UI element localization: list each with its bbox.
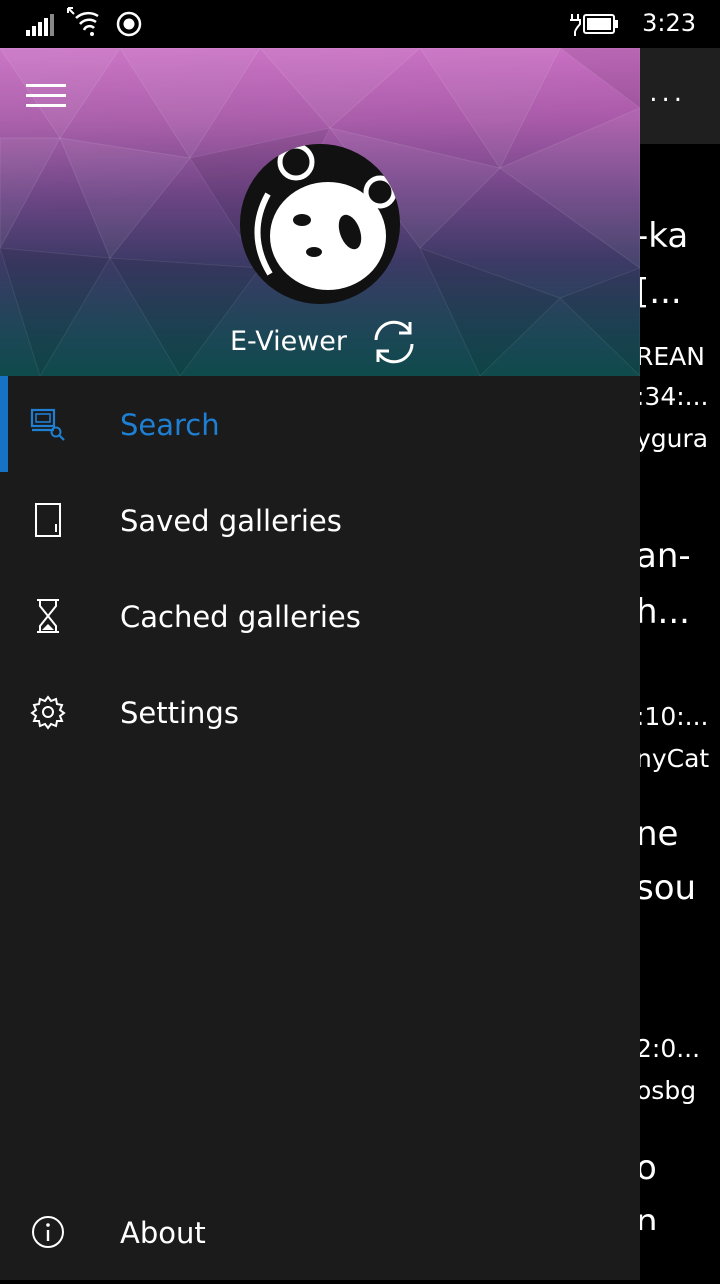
drawer-header: E-Viewer [0, 48, 640, 376]
location-icon [116, 11, 142, 37]
background-text: -ka [636, 216, 689, 256]
nav-item-search[interactable]: Search [0, 376, 640, 472]
more-options-button[interactable]: ... [649, 78, 686, 108]
app-name: E-Viewer [230, 326, 348, 357]
signal-icon [26, 14, 54, 36]
gear-icon [30, 695, 66, 730]
selection-indicator [0, 376, 8, 472]
nav-label: Settings [120, 696, 239, 730]
nav-label: Search [120, 408, 220, 442]
status-time: 3:23 [642, 9, 696, 37]
background-text: :34:... [636, 382, 709, 411]
wifi-icon [67, 7, 99, 36]
panda-avatar[interactable] [240, 144, 400, 304]
status-bar: 3:23 [0, 0, 720, 48]
info-icon [32, 1216, 64, 1248]
nav-item-saved-galleries[interactable]: Saved galleries [0, 472, 640, 568]
background-text: nyCat [636, 744, 710, 773]
background-text: an- [636, 536, 691, 576]
nav-label: Saved galleries [120, 504, 342, 538]
background-text: REAN [636, 342, 705, 371]
background-text: sou [636, 868, 697, 908]
background-text: ne [636, 814, 679, 854]
nav-item-cached-galleries[interactable]: Cached galleries [0, 568, 640, 664]
nav-item-about[interactable]: About [0, 1188, 640, 1284]
background-text: :10:... [636, 702, 709, 731]
nav-item-settings[interactable]: Settings [0, 664, 640, 760]
background-text: o [636, 1148, 657, 1188]
background-text: ygura [636, 424, 709, 453]
background-text: 2:0... [636, 1034, 701, 1063]
sync-icon[interactable] [368, 316, 420, 368]
background-text: [... [636, 272, 682, 312]
drawer-nav-list: Search Saved galleries Cached galleries [0, 376, 640, 760]
saved-icon [35, 503, 61, 537]
battery-icon [570, 14, 618, 36]
background-text: osbg [636, 1076, 697, 1105]
background-text: n [636, 1202, 658, 1230]
search-gallery-icon [30, 408, 65, 441]
nav-label: Cached galleries [120, 600, 361, 634]
nav-label: About [120, 1216, 206, 1250]
hamburger-menu-icon[interactable] [22, 78, 70, 118]
hourglass-icon [37, 599, 59, 633]
navigation-drawer: E-Viewer Search Saved galleries Cached g… [0, 48, 640, 1280]
background-text: h... [636, 592, 690, 632]
